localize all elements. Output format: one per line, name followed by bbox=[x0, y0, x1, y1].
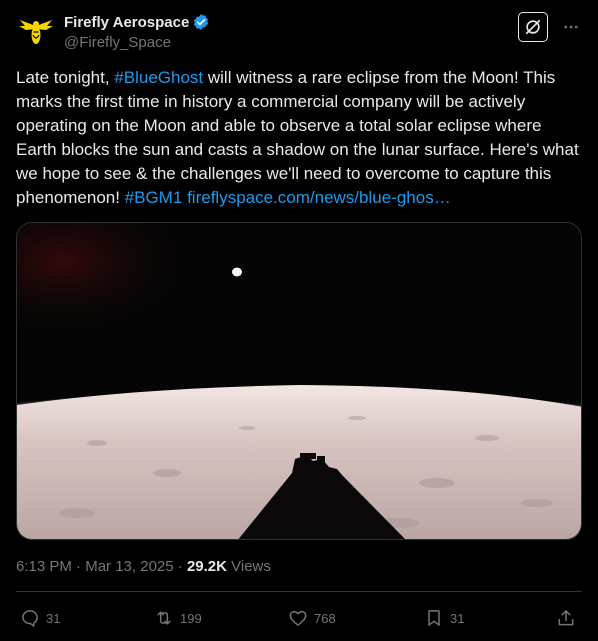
meta-separator: · bbox=[71, 558, 86, 575]
grok-button[interactable] bbox=[518, 12, 548, 42]
hashtag-link[interactable]: #BlueGhost bbox=[114, 68, 203, 87]
bookmark-icon bbox=[428, 610, 440, 626]
share-icon bbox=[558, 610, 574, 626]
like-button[interactable]: 768 bbox=[288, 608, 336, 628]
avatar[interactable] bbox=[16, 10, 56, 50]
tweet-time[interactable]: 6:13 PM bbox=[16, 558, 72, 575]
heart-icon bbox=[289, 610, 307, 626]
tweet-header: Firefly Aerospace @Firefly_Space bbox=[16, 10, 582, 58]
verified-badge-icon[interactable] bbox=[192, 13, 210, 31]
repost-button[interactable]: 199 bbox=[154, 608, 202, 628]
views-count[interactable]: 29.2K bbox=[187, 558, 227, 575]
tweet-text-part: Late tonight, bbox=[16, 68, 115, 87]
tweet-actions: 31 199 768 31 bbox=[16, 604, 582, 632]
bookmark-count: 31 bbox=[450, 610, 465, 626]
bookmark-button[interactable]: 31 bbox=[424, 608, 464, 628]
author-handle[interactable]: @Firefly_Space bbox=[64, 34, 210, 51]
author-names: Firefly Aerospace @Firefly_Space bbox=[64, 10, 210, 51]
meta-separator: · bbox=[173, 558, 187, 575]
like-count: 768 bbox=[314, 610, 336, 626]
reply-icon bbox=[22, 610, 38, 627]
more-icon bbox=[564, 25, 578, 29]
more-button[interactable] bbox=[560, 16, 582, 38]
tweet: Firefly Aerospace @Firefly_Space Late to… bbox=[0, 0, 598, 641]
tweet-meta: 6:13 PM · Mar 13, 2025 · 29.2K Views bbox=[16, 558, 271, 575]
reply-button[interactable]: 31 bbox=[20, 608, 60, 628]
share-button[interactable] bbox=[556, 608, 576, 628]
tweet-text-part: will witness a rare eclipse from the Moo… bbox=[16, 68, 579, 207]
repost-icon bbox=[157, 611, 171, 625]
tweet-date[interactable]: Mar 13, 2025 bbox=[85, 558, 173, 575]
reply-count: 31 bbox=[46, 610, 61, 626]
grok-icon bbox=[525, 19, 541, 35]
firefly-logo-icon bbox=[19, 20, 53, 44]
lunar-surface-image bbox=[17, 223, 581, 539]
tweet-text: Late tonight, #BlueGhost will witness a … bbox=[16, 66, 586, 210]
tweet-image[interactable] bbox=[16, 222, 582, 540]
repost-count: 199 bbox=[180, 610, 202, 626]
author-display-name[interactable]: Firefly Aerospace bbox=[64, 14, 189, 31]
divider bbox=[16, 591, 582, 592]
views-label: Views bbox=[226, 558, 271, 575]
url-link[interactable]: fireflyspace.com/news/blue-ghos… bbox=[187, 188, 451, 207]
hashtag-link[interactable]: #BGM1 bbox=[125, 188, 183, 207]
